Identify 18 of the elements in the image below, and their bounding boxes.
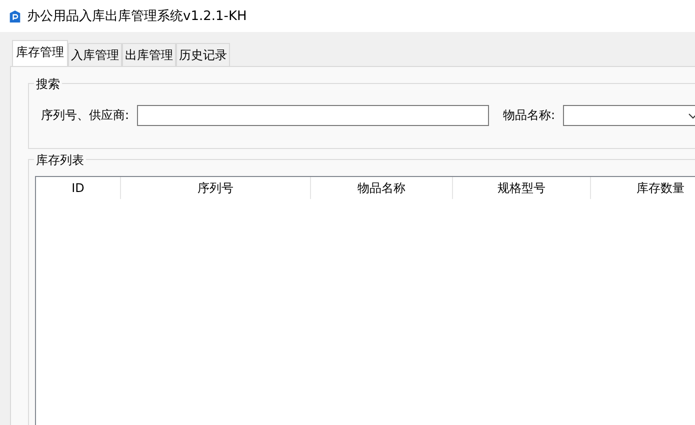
tab[interactable]: 库存管理 — [12, 40, 68, 66]
tab[interactable]: 历史记录 — [176, 43, 230, 66]
field-label: 物品名称: — [503, 107, 556, 124]
chevron-down-icon — [688, 112, 695, 118]
serial-supplier-input[interactable] — [137, 105, 490, 126]
column-header[interactable]: 库存数量 — [591, 177, 695, 199]
group-title: 库存列表 — [34, 152, 86, 169]
group-title: 搜索 — [34, 76, 62, 93]
tab[interactable]: 出库管理 — [122, 43, 176, 66]
column-header[interactable]: 规格型号 — [453, 177, 591, 199]
tab[interactable]: 入库管理 — [68, 43, 122, 66]
item-name-dropdown[interactable] — [563, 105, 695, 126]
column-header[interactable]: 序列号 — [121, 177, 311, 199]
column-header[interactable]: 物品名称 — [311, 177, 453, 199]
column-header[interactable]: ID — [36, 177, 121, 199]
app-icon — [9, 8, 21, 24]
field-label: 序列号、供应商: — [41, 107, 130, 124]
window-title: 办公用品入库出库管理系统v1.2.1-KH — [27, 8, 247, 25]
